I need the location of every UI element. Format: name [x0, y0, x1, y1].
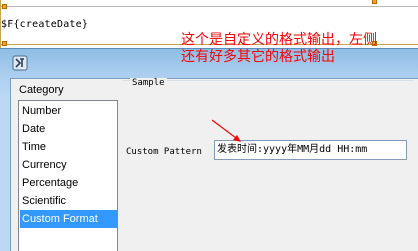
custom-pattern-label: Custom Pattern	[126, 147, 202, 157]
resize-handle[interactable]	[2, 4, 7, 9]
format-dialog: Category Number Date Time Currency Perce…	[0, 48, 418, 251]
category-item-custom-format[interactable]: Custom Format	[20, 210, 117, 228]
band-border-top	[0, 6, 418, 7]
category-label: Category	[19, 84, 64, 96]
custom-pattern-input[interactable]: 发表时间:yyyy年MM月dd HH:mm	[214, 140, 407, 160]
category-item-currency[interactable]: Currency	[20, 156, 117, 174]
dialog-client-area: Category Number Date Time Currency Perce…	[10, 78, 418, 251]
app-icon	[12, 55, 28, 71]
category-item-number[interactable]: Number	[20, 102, 117, 120]
text-field-expression[interactable]: $F{createDate}	[1, 19, 88, 30]
category-item-time[interactable]: Time	[20, 138, 117, 156]
annotation-line-2: 还有好多其它的格式输出	[181, 49, 335, 65]
annotation-text: 这个是自定义的格式输出，左侧 还有好多其它的格式输出	[181, 32, 417, 66]
category-item-date[interactable]: Date	[20, 120, 117, 138]
sample-group: Sample	[123, 78, 413, 140]
category-item-scientific[interactable]: Scientific	[20, 192, 117, 210]
category-item-percentage[interactable]: Percentage	[20, 174, 117, 192]
resize-handle[interactable]	[372, 0, 377, 4]
category-list[interactable]: Number Date Time Currency Percentage Sci…	[18, 100, 118, 251]
sample-label: Sample	[130, 78, 167, 88]
annotation-line-1: 这个是自定义的格式输出，左侧	[181, 32, 377, 48]
resize-handle[interactable]	[2, 41, 7, 46]
